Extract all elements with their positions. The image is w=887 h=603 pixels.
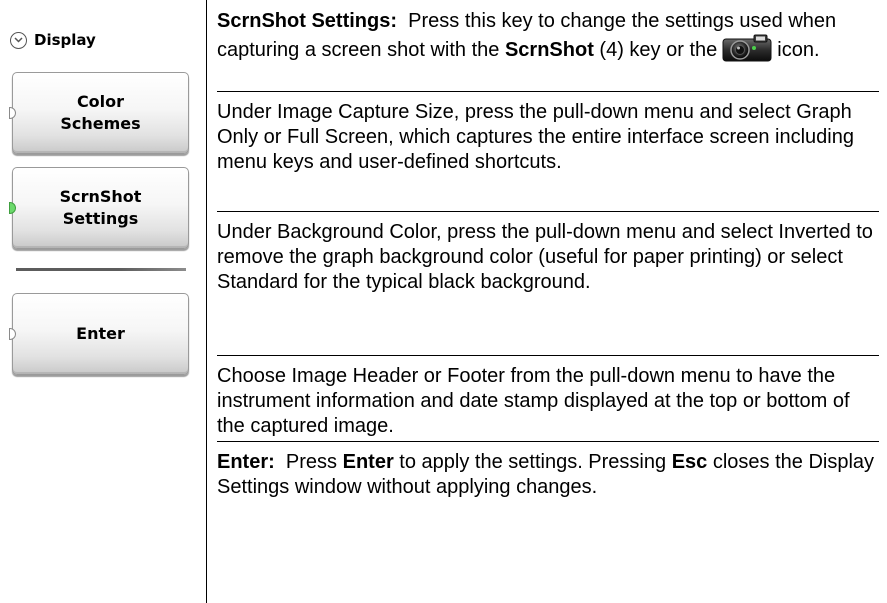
image-header-footer-description: Choose Image Header or Footer from the p… xyxy=(217,365,850,437)
desc-text: icon. xyxy=(777,39,820,61)
column-divider xyxy=(206,0,207,603)
scrnshot-settings-description: ScrnShot Settings: Press this key to cha… xyxy=(217,9,877,69)
key-enter: Enter xyxy=(342,451,394,473)
row-divider xyxy=(217,441,879,442)
background-color-description: Under Background Color, press the pull-d… xyxy=(217,221,873,293)
row-divider xyxy=(217,91,879,92)
scrnshot-settings-label: ScrnShot Settings xyxy=(59,187,142,228)
term-enter: Enter: xyxy=(217,451,275,473)
desc-text: Press xyxy=(285,451,338,473)
image-capture-size-description: Under Image Capture Size, press the pull… xyxy=(217,101,854,173)
desc-text: (4) key or the xyxy=(599,39,718,61)
scrnshot-settings-button[interactable]: ScrnShot Settings xyxy=(9,167,189,249)
desc-text: to apply the settings. Pressing xyxy=(399,451,667,473)
display-menu-header[interactable]: Display xyxy=(10,31,96,49)
display-menu-title: Display xyxy=(34,31,96,49)
color-schemes-button[interactable]: Color Schemes xyxy=(9,72,189,154)
key-scrnshot: ScrnShot xyxy=(504,39,594,61)
enter-description: Enter: Press Enter to apply the settings… xyxy=(217,450,877,500)
enter-label: Enter xyxy=(76,324,125,343)
chevron-down-icon xyxy=(10,31,27,49)
key-indicator-active xyxy=(9,202,16,214)
enter-button[interactable]: Enter xyxy=(9,293,189,375)
key-esc: Esc xyxy=(671,451,708,473)
row-divider xyxy=(217,211,879,212)
term-scrnshot-settings: ScrnShot Settings: xyxy=(217,10,398,32)
menu-separator xyxy=(16,268,186,271)
key-indicator xyxy=(9,328,16,340)
camera-icon xyxy=(721,34,773,69)
row-divider xyxy=(217,355,879,356)
display-menu-panel: Display Color Schemes ScrnShot Settings … xyxy=(0,0,206,603)
color-schemes-label: Color Schemes xyxy=(60,92,141,133)
key-indicator xyxy=(9,107,16,119)
